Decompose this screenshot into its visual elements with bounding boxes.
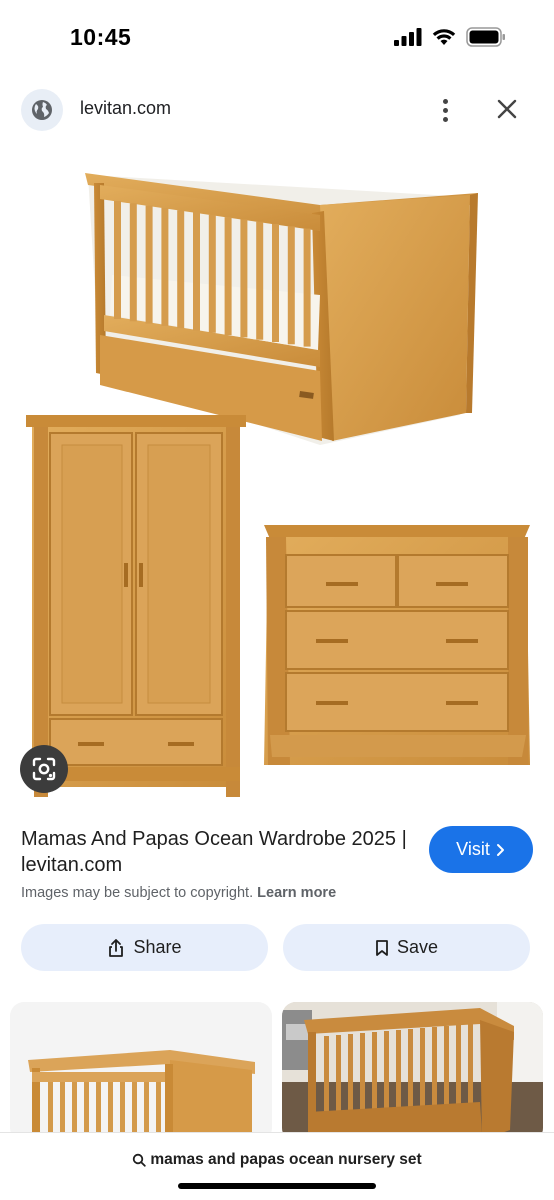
cot-slat <box>287 226 295 345</box>
visit-button[interactable]: Visit <box>429 826 533 873</box>
main-image[interactable] <box>0 145 554 805</box>
cot-slat <box>208 214 216 333</box>
wardrobe-image <box>26 415 246 797</box>
more-options-icon[interactable] <box>430 92 460 128</box>
status-time: 10:45 <box>70 24 132 50</box>
save-label: Save <box>396 937 439 957</box>
cot-slat <box>177 210 185 329</box>
cot-slat <box>256 221 264 340</box>
search-query[interactable]: mamas and papas ocean nursery set <box>0 1151 554 1169</box>
battery-icon <box>466 27 505 47</box>
save-button[interactable]: Save <box>283 924 530 971</box>
dresser-image <box>264 525 530 765</box>
status-icons <box>394 27 506 47</box>
furniture-illustration <box>26 173 530 797</box>
result-title[interactable]: Mamas And Papas Ocean Wardrobe 2025 | le… <box>21 826 411 878</box>
related-cot-image <box>28 1050 255 1142</box>
signal-icon <box>394 28 422 46</box>
visit-label: Visit <box>456 839 490 859</box>
cot-image <box>85 173 478 445</box>
learn-more-link[interactable]: Learn more <box>257 885 336 901</box>
copyright-notice: Images may be subject to copyright. Lear… <box>21 885 336 901</box>
home-indicator[interactable] <box>178 1183 376 1189</box>
search-query-text: mamas and papas ocean nursery set <box>150 1151 422 1168</box>
status-bar: 10:45 <box>0 0 554 72</box>
cot-slat <box>129 203 137 322</box>
related-image-thumbnail[interactable] <box>10 1002 272 1142</box>
cot-slat <box>303 228 311 347</box>
chevron-right-icon <box>496 843 504 856</box>
search-icon <box>133 1153 147 1167</box>
cot-slat <box>272 224 279 342</box>
cot-slat <box>114 201 121 319</box>
related-image-thumbnail[interactable] <box>282 1002 543 1142</box>
wifi-icon <box>432 29 456 45</box>
cot-slat <box>224 217 232 336</box>
lens-search-icon[interactable] <box>20 745 68 793</box>
globe-icon <box>21 89 63 131</box>
share-label: Share <box>133 937 182 957</box>
bottom-search-bar[interactable]: mamas and papas ocean nursery set <box>0 1132 554 1200</box>
close-icon[interactable] <box>492 94 522 124</box>
bookmark-icon <box>376 939 388 956</box>
viewer-header: levitan.com <box>0 80 554 140</box>
cot-slat <box>161 207 169 326</box>
cot-slat <box>240 219 248 338</box>
site-name[interactable]: levitan.com <box>80 98 171 119</box>
copyright-text: Images may be subject to copyright. <box>21 885 254 901</box>
share-button[interactable]: Share <box>21 924 268 971</box>
share-icon <box>109 938 124 957</box>
cot-slat <box>193 212 200 331</box>
cot-slat <box>145 205 153 324</box>
related-room-image <box>282 1002 543 1142</box>
